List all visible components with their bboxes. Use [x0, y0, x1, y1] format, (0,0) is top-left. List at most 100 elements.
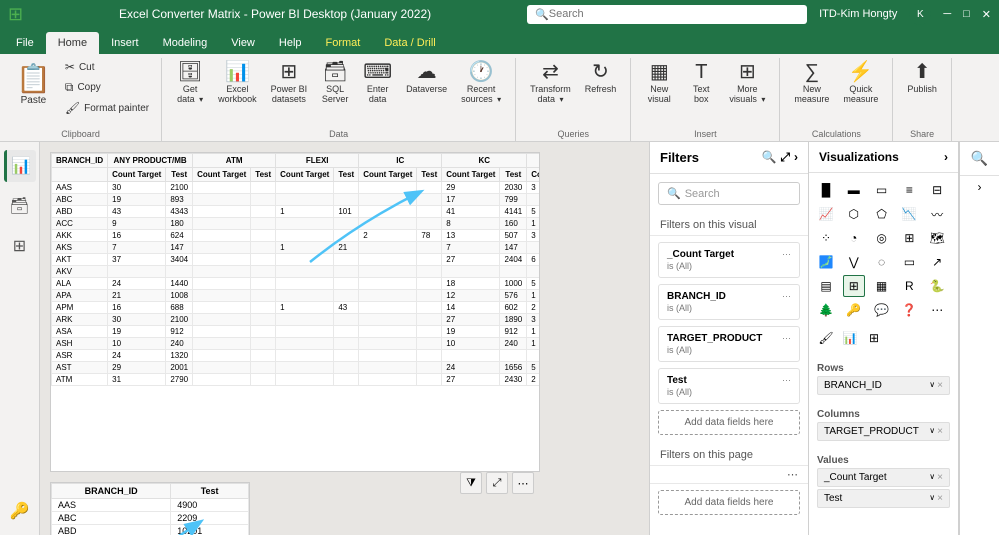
viz-stacked-bar-btn[interactable]: ▬ [843, 179, 865, 201]
paste-button[interactable]: 📋 Paste [8, 58, 59, 110]
viz-100bar-btn[interactable]: ▭ [871, 179, 893, 201]
viz-stacked-area-btn[interactable]: ⬠ [871, 203, 893, 225]
filter-visual-btn[interactable]: ⧩ [460, 472, 482, 494]
viz-line-btn[interactable]: 📈 [815, 203, 837, 225]
viz-hstacked-btn[interactable]: ⊟ [926, 179, 948, 201]
filter-card-branch-id[interactable]: ⋯ BRANCH_ID is (All) [658, 284, 800, 320]
viz-values-count-chevron[interactable]: ∨ [929, 472, 935, 483]
tab-home[interactable]: Home [46, 32, 99, 54]
filter-card-target-product[interactable]: ⋯ TARGET_PRODUCT is (All) [658, 326, 800, 362]
filters-more-icon[interactable]: › [794, 150, 798, 165]
viz-donut-btn[interactable]: ◎ [871, 227, 893, 249]
tab-help[interactable]: Help [267, 32, 314, 54]
sidebar-data-icon[interactable]: 🗃 [4, 190, 36, 222]
sidebar-model-icon[interactable]: ⊞ [4, 230, 36, 262]
viz-pie-btn[interactable]: ◔ [843, 227, 865, 249]
viz-smart-narrative-btn[interactable]: 💬 [871, 299, 893, 321]
get-data-button[interactable]: 🗄 Getdata ▾ [170, 58, 210, 108]
viz-python-btn[interactable]: 🐍 [926, 275, 948, 297]
filters-expand-icon[interactable]: ⤢ [780, 150, 790, 165]
add-visual-fields-btn[interactable]: Add data fields here [658, 410, 800, 435]
excel-workbook-button[interactable]: 📊 Excelworkbook [212, 58, 263, 108]
more-options-btn[interactable]: ⋯ [512, 472, 534, 494]
more-visuals-button[interactable]: ⊞ Morevisuals ▾ [723, 58, 771, 108]
viz-ribbon-btn[interactable]: 〰 [926, 203, 948, 225]
new-visual-button[interactable]: ▦ Newvisual [639, 58, 679, 108]
viz-values-item-test[interactable]: Test ∨ × [817, 489, 950, 508]
viz-rows-branch-chevron[interactable]: ∨ [929, 380, 935, 391]
filter-card-test[interactable]: ⋯ Test is (All) [658, 368, 800, 404]
refresh-button[interactable]: ↻ Refresh [579, 58, 623, 98]
filter-test-more-btn[interactable]: ⋯ [782, 375, 791, 386]
filter-branch-more-btn[interactable]: ⋯ [782, 291, 791, 302]
quick-measure-button[interactable]: ⚡ Quickmeasure [837, 58, 884, 108]
viz-more-btn[interactable]: ⋯ [926, 299, 948, 321]
tab-insert[interactable]: Insert [99, 32, 151, 54]
text-box-button[interactable]: T Textbox [681, 58, 721, 108]
dataverse-button[interactable]: ☁ Dataverse [400, 58, 453, 98]
viz-rows-item-branch[interactable]: BRANCH_ID ∨ × [817, 376, 950, 395]
viz-format-btn[interactable]: 🖌 [815, 327, 837, 349]
filters-search-icon[interactable]: 🔍 [761, 150, 776, 165]
viz-values-item-count[interactable]: _Count Target ∨ × [817, 468, 950, 487]
filter-more-btn[interactable]: ⋯ [782, 249, 791, 260]
new-measure-button[interactable]: ∑ Newmeasure [788, 58, 835, 108]
viz-key-influencers-btn[interactable]: 🔑 [843, 299, 865, 321]
viz-line-cluster-btn[interactable]: 📉 [898, 203, 920, 225]
recent-sources-button[interactable]: 🕐 Recentsources ▾ [455, 58, 507, 108]
expand-visual-btn[interactable]: ⤢ [486, 472, 508, 494]
viz-values-test-remove[interactable]: × [937, 493, 943, 504]
sql-server-button[interactable]: 🗃 SQLServer [315, 58, 355, 108]
cut-button[interactable]: ✂ Cut [61, 58, 153, 76]
tab-format[interactable]: Format [314, 32, 373, 54]
title-search-input[interactable] [549, 8, 799, 20]
viz-panel-expand[interactable]: › [944, 150, 948, 164]
minimize-btn[interactable]: ─ [943, 8, 951, 20]
filters-page-more[interactable]: ⋯ [650, 466, 808, 484]
viz-card-btn[interactable]: ▭ [898, 251, 920, 273]
publish-button[interactable]: ⬆ Publish [901, 58, 943, 98]
viz-table-btn[interactable]: ⊞ [843, 275, 865, 297]
tab-file[interactable]: File [4, 32, 46, 54]
viz-columns-product-remove[interactable]: × [937, 426, 943, 437]
format-painter-button[interactable]: 🖌 Format painter [61, 99, 153, 117]
viz-values-test-chevron[interactable]: ∨ [929, 493, 935, 504]
viz-columns-product-chevron[interactable]: ∨ [929, 426, 935, 437]
viz-area-btn[interactable]: ⬡ [843, 203, 865, 225]
viz-gauge-btn[interactable]: ◌ [871, 251, 893, 273]
tab-view[interactable]: View [219, 32, 267, 54]
viz-hbar-btn[interactable]: ≡ [898, 179, 920, 201]
viz-filled-map-btn[interactable]: 🗾 [815, 251, 837, 273]
viz-analytics-btn[interactable]: 📊 [839, 327, 861, 349]
viz-scatter-btn[interactable]: ⁘ [815, 227, 837, 249]
viz-funnel-btn[interactable]: ⋁ [843, 251, 865, 273]
viz-qna-btn[interactable]: ❓ [898, 299, 920, 321]
viz-rows-branch-remove[interactable]: × [937, 380, 943, 391]
viz-bar-chart-btn[interactable]: ▐▌ [815, 179, 837, 201]
viz-values-count-remove[interactable]: × [937, 472, 943, 483]
copy-button[interactable]: ⧉ Copy [61, 78, 153, 97]
viz-treemap-btn[interactable]: ⊞ [898, 227, 920, 249]
viz-r-visual-btn[interactable]: R [898, 275, 920, 297]
maximize-btn[interactable]: □ [963, 8, 970, 20]
viz-columns-item-product[interactable]: TARGET_PRODUCT ∨ × [817, 422, 950, 441]
viz-matrix-btn[interactable]: ▦ [871, 275, 893, 297]
transform-data-button[interactable]: ⇄ Transformdata ▾ [524, 58, 577, 108]
viz-slicer-btn[interactable]: ▤ [815, 275, 837, 297]
filters-search[interactable]: 🔍 Search [658, 182, 800, 205]
filter-card-count-target[interactable]: ⋯ _Count Target is (All) [658, 242, 800, 278]
enter-data-button[interactable]: ⌨ Enterdata [357, 58, 398, 108]
powerbi-datasets-button[interactable]: ⊞ Power BIdatasets [265, 58, 314, 108]
tab-modeling[interactable]: Modeling [151, 32, 220, 54]
close-btn[interactable]: ✕ [982, 8, 991, 21]
sidebar-report-icon[interactable]: 📊 [4, 150, 36, 182]
viz-kpi-btn[interactable]: ↗ [926, 251, 948, 273]
main-matrix-table[interactable]: BRANCH_ID ANY PRODUCT/MB ATM FLEXI IC KC… [50, 152, 540, 472]
filter-target-more-btn[interactable]: ⋯ [782, 333, 791, 344]
viz-map-btn[interactable]: 🗺 [926, 227, 948, 249]
tab-data-drill[interactable]: Data / Drill [372, 32, 447, 54]
fields-search-icon[interactable]: 🔍 [971, 150, 988, 166]
viz-decomp-tree-btn[interactable]: 🌲 [815, 299, 837, 321]
fields-expand-icon[interactable]: › [978, 180, 982, 194]
small-table[interactable]: BRANCH_ID Test AAS4900 ABC2209 ABD10201 … [50, 482, 250, 535]
